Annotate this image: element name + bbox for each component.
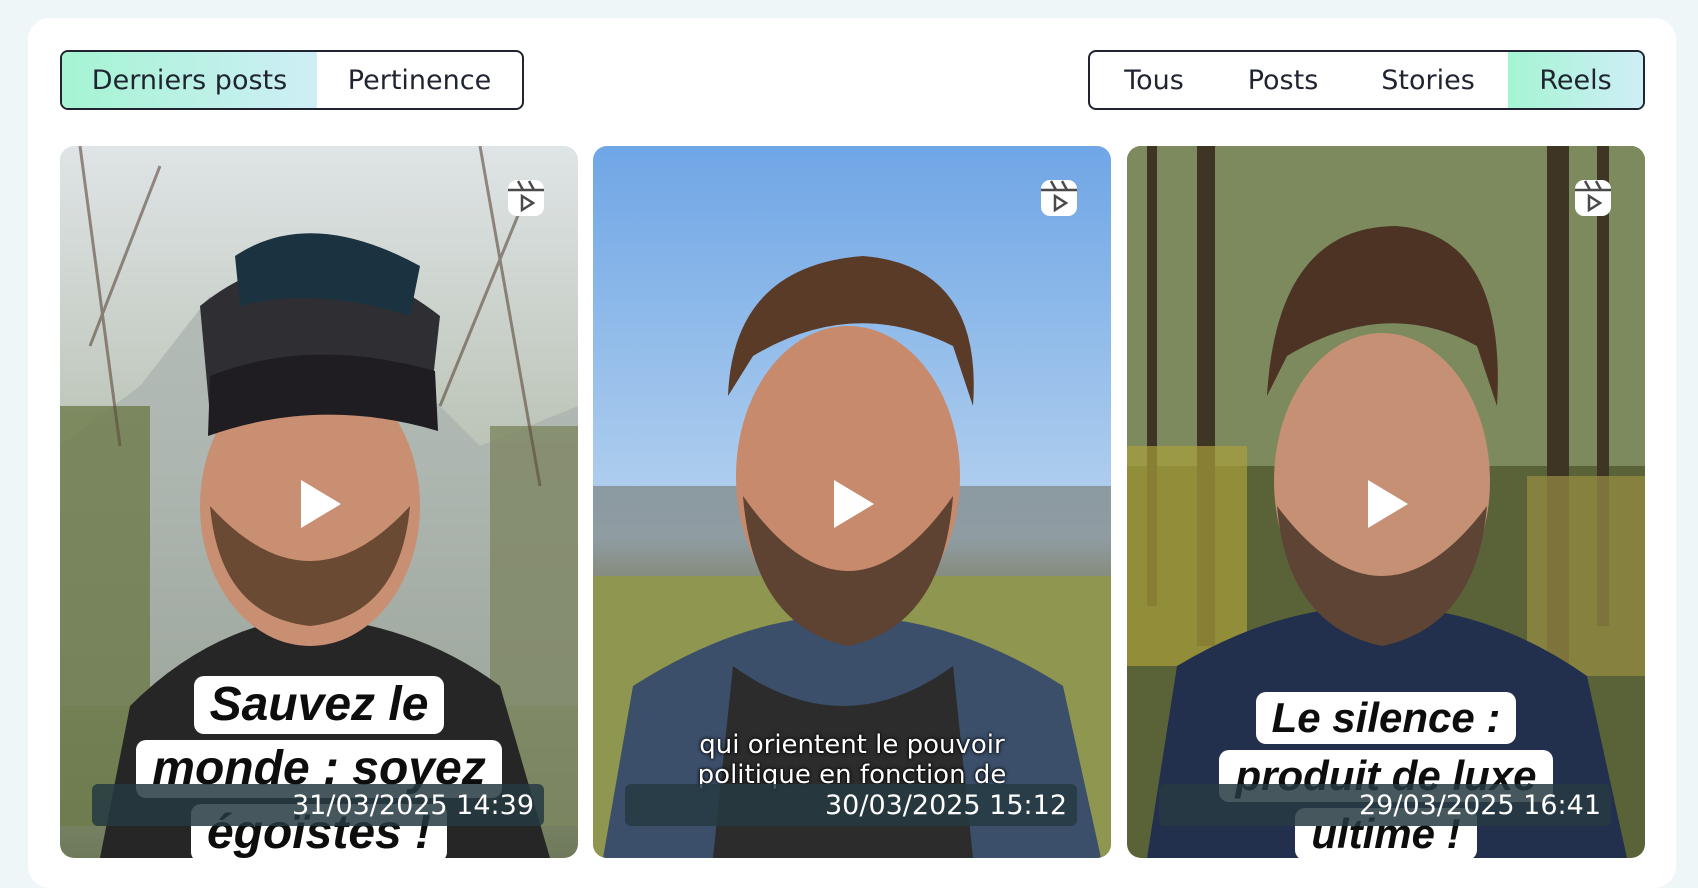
post-card[interactable]: Sauvez le monde : soyez égoïstes ! 31/03… — [60, 146, 578, 858]
post-card[interactable]: qui orientent le pouvoir politique en fo… — [593, 146, 1111, 858]
reel-icon — [1041, 180, 1077, 216]
reel-icon — [508, 180, 544, 216]
sort-toggle: Derniers posts Pertinence — [60, 50, 524, 110]
post-date: 30/03/2025 15:12 — [625, 784, 1077, 826]
tab-pertinence[interactable]: Pertinence — [317, 52, 522, 108]
caption-line: Sauvez le — [193, 676, 445, 734]
play-icon[interactable] — [830, 476, 878, 532]
post-caption: Sauvez le monde : soyez égoïstes ! — [60, 676, 578, 858]
tab-derniers-posts[interactable]: Derniers posts — [62, 52, 317, 108]
tab-tous[interactable]: Tous — [1090, 52, 1218, 108]
post-card[interactable]: Le silence : produit de luxe ultime ! 29… — [1127, 146, 1645, 858]
tab-stories[interactable]: Stories — [1348, 52, 1508, 108]
post-date: 29/03/2025 16:41 — [1159, 784, 1611, 826]
subtitle-line: qui orientent le pouvoir — [699, 730, 1005, 760]
reel-icon — [1575, 180, 1611, 216]
tab-posts[interactable]: Posts — [1218, 52, 1348, 108]
type-filter: Tous Posts Stories Reels — [1088, 50, 1645, 110]
play-icon[interactable] — [1364, 476, 1412, 532]
post-caption: Le silence : produit de luxe ultime ! — [1127, 692, 1645, 858]
tab-reels[interactable]: Reels — [1508, 52, 1643, 108]
post-subtitle: qui orientent le pouvoir politique en fo… — [593, 730, 1111, 790]
caption-line: Le silence : — [1255, 692, 1517, 744]
play-icon[interactable] — [297, 476, 345, 532]
post-date: 31/03/2025 14:39 — [92, 784, 544, 826]
